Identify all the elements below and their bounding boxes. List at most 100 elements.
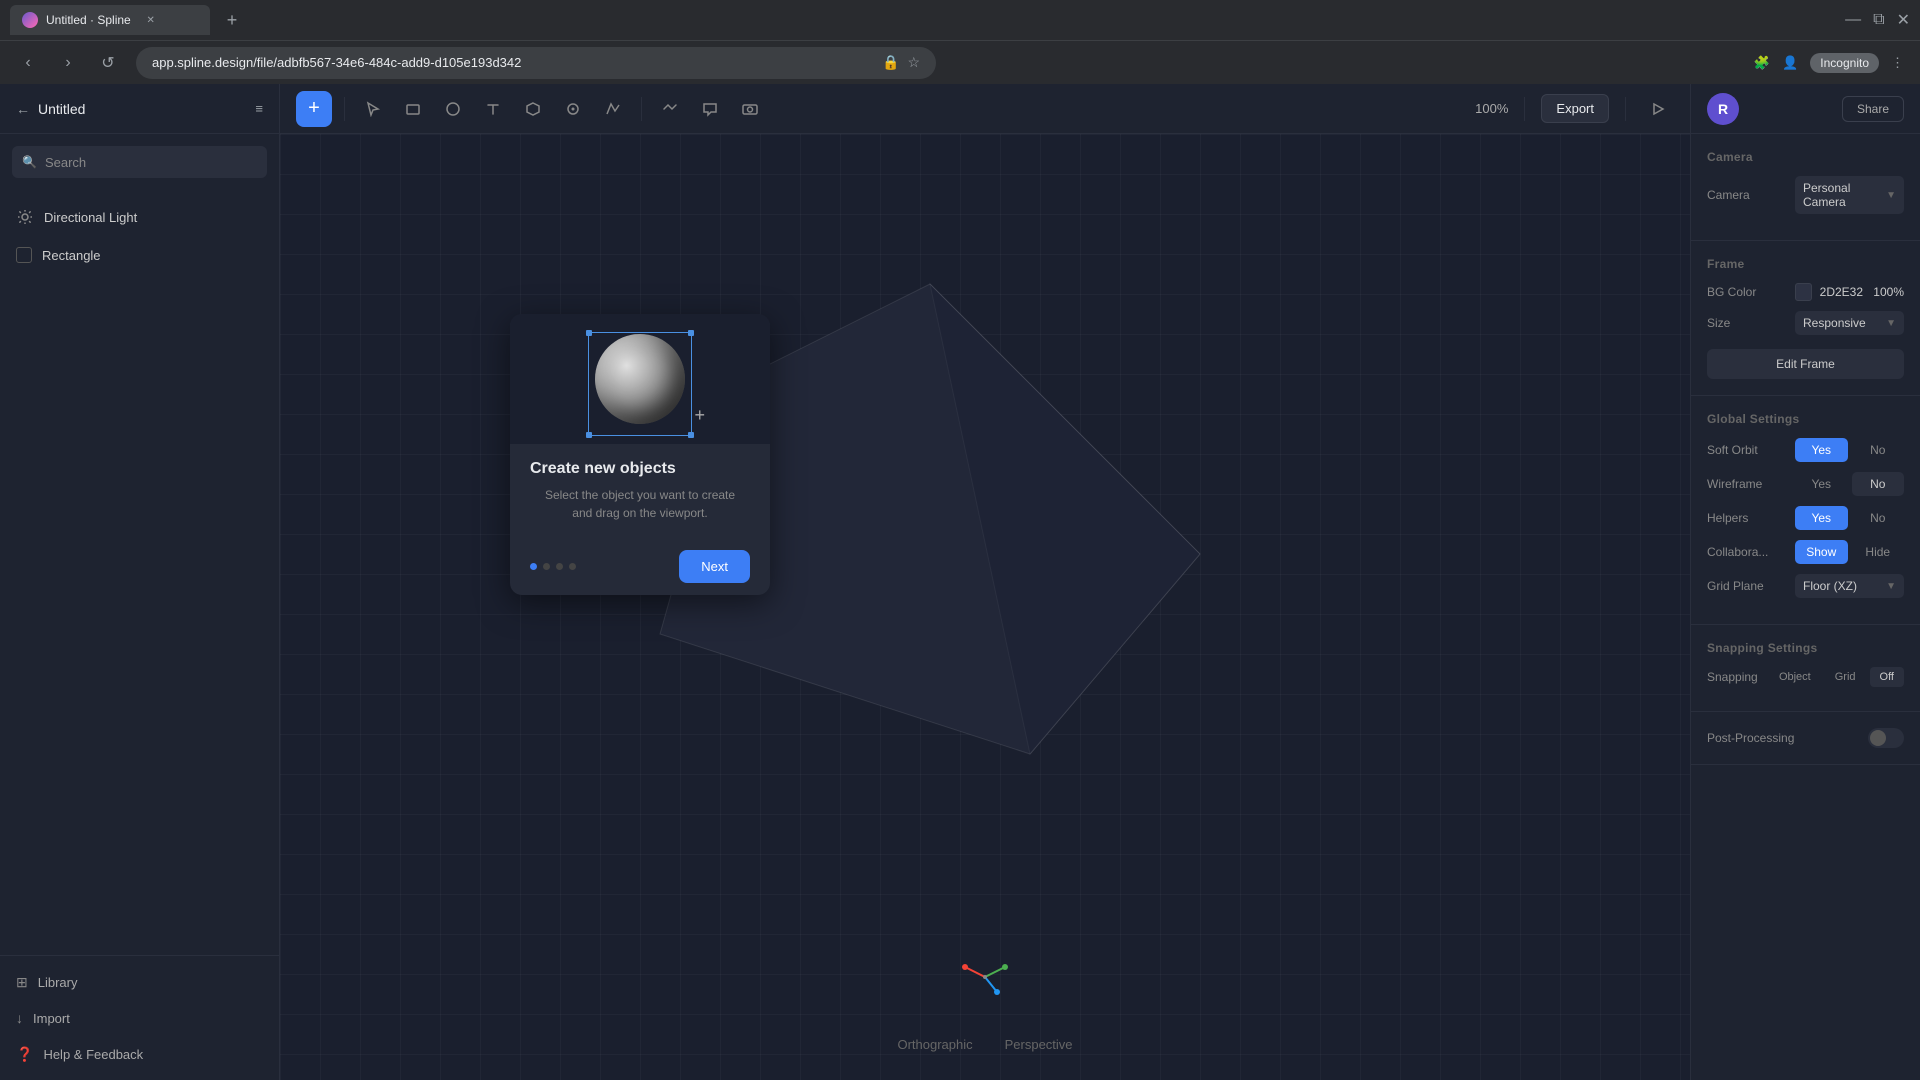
snap-grid[interactable]: Grid xyxy=(1825,667,1866,687)
back-arrow[interactable]: ← xyxy=(16,101,30,117)
popup-title: Create new objects xyxy=(530,460,750,478)
add-object-button[interactable]: + xyxy=(296,91,332,127)
library-item[interactable]: ⊞ Library xyxy=(0,964,279,1000)
search-input[interactable]: Search xyxy=(45,155,86,170)
export-button[interactable]: Export xyxy=(1541,94,1609,123)
viewport[interactable]: Orthographic Perspective ✕ + C xyxy=(280,134,1690,1080)
tab-close-button[interactable]: ✕ xyxy=(143,12,159,28)
camera-value: Personal Camera xyxy=(1803,181,1886,209)
address-bar[interactable]: app.spline.design/file/adbfb567-34e6-484… xyxy=(136,47,936,79)
next-button[interactable]: Next xyxy=(679,550,750,583)
grid-plane-dropdown[interactable]: Floor (XZ) ▼ xyxy=(1795,574,1904,598)
minimize-icon[interactable]: — xyxy=(1845,11,1861,29)
wireframe-no[interactable]: No xyxy=(1852,472,1905,496)
popup-content: Create new objects Select the object you… xyxy=(510,444,770,538)
tutorial-popup: ✕ + Create new objects Select the object… xyxy=(510,314,770,595)
rectangle-tool[interactable] xyxy=(397,93,429,125)
close-window-icon[interactable]: ✕ xyxy=(1897,10,1910,30)
security-icon: 🔒 xyxy=(882,54,899,71)
search-icon: 🔍 xyxy=(22,155,37,169)
handle-br xyxy=(688,432,694,438)
helpers-label: Helpers xyxy=(1707,511,1787,525)
soft-orbit-toggle: Yes No xyxy=(1795,438,1904,462)
toolbar-separator-2 xyxy=(641,97,642,121)
share-button[interactable]: Share xyxy=(1842,96,1904,122)
cursor-plus-icon: + xyxy=(694,405,705,426)
refresh-button[interactable]: ↺ xyxy=(96,53,120,73)
collaborators-hide[interactable]: Hide xyxy=(1852,540,1905,564)
sidebar-menu-icon[interactable]: ≡ xyxy=(255,101,263,116)
left-sidebar: ← Untitled ≡ 🔍 Search xyxy=(0,84,280,1080)
wireframe-label: Wireframe xyxy=(1707,477,1787,491)
helpers-yes[interactable]: Yes xyxy=(1795,506,1848,530)
edit-frame-button[interactable]: Edit Frame xyxy=(1707,349,1904,379)
star-icon[interactable]: ☆ xyxy=(907,54,920,71)
scene-items: Directional Light Rectangle xyxy=(0,190,279,955)
forward-button[interactable]: › xyxy=(56,54,80,72)
scene-item-directional-light[interactable]: Directional Light xyxy=(0,198,279,236)
snap-off[interactable]: Off xyxy=(1870,667,1904,687)
text-tool[interactable] xyxy=(477,93,509,125)
browser-titlebar: Untitled · Spline ✕ + — ⧉ ✕ xyxy=(0,0,1920,40)
orthographic-button[interactable]: Orthographic xyxy=(889,1033,980,1056)
dot-1 xyxy=(530,563,537,570)
soft-orbit-yes[interactable]: Yes xyxy=(1795,438,1848,462)
popup-footer: Next xyxy=(510,538,770,595)
3d-tool[interactable] xyxy=(517,93,549,125)
soft-orbit-row: Soft Orbit Yes No xyxy=(1707,438,1904,462)
popup-image-area: + xyxy=(510,314,770,444)
directional-light-label: Directional Light xyxy=(44,210,137,225)
bg-color-swatch[interactable] xyxy=(1795,283,1812,301)
import-item[interactable]: ↓ Import xyxy=(0,1000,279,1036)
camera-tool[interactable] xyxy=(734,93,766,125)
path-tool[interactable] xyxy=(654,93,686,125)
tab-favicon xyxy=(22,12,38,28)
play-button[interactable] xyxy=(1642,93,1674,125)
back-button[interactable]: ‹ xyxy=(16,54,40,72)
menu-icon[interactable]: ⋮ xyxy=(1891,55,1904,71)
browser-addressbar: ‹ › ↺ app.spline.design/file/adbfb567-34… xyxy=(0,40,1920,84)
ellipse-tool[interactable] xyxy=(437,93,469,125)
select-tool[interactable] xyxy=(357,93,389,125)
snap-object[interactable]: Object xyxy=(1769,667,1821,687)
post-processing-toggle[interactable] xyxy=(1868,728,1904,748)
global-settings-section: Global Settings Soft Orbit Yes No Wirefr… xyxy=(1691,396,1920,625)
rectangle-checkbox[interactable] xyxy=(16,247,32,263)
extensions-icon[interactable]: 🧩 xyxy=(1754,55,1770,71)
soft-orbit-no[interactable]: No xyxy=(1852,438,1905,462)
bezier-tool[interactable] xyxy=(597,93,629,125)
right-sidebar-header: R Share xyxy=(1691,84,1920,134)
snapping-label: Snapping xyxy=(1707,670,1763,684)
size-dropdown[interactable]: Responsive ▼ xyxy=(1795,311,1904,335)
snapping-title: Snapping Settings xyxy=(1707,641,1904,655)
popup-description: Select the object you want to createand … xyxy=(530,486,750,522)
camera-dropdown[interactable]: Personal Camera ▼ xyxy=(1795,176,1904,214)
snapping-section: Snapping Settings Snapping Object Grid O… xyxy=(1691,625,1920,712)
perspective-button[interactable]: Perspective xyxy=(997,1033,1081,1056)
wireframe-row: Wireframe Yes No xyxy=(1707,472,1904,496)
wireframe-toggle: Yes No xyxy=(1795,472,1904,496)
new-tab-button[interactable]: + xyxy=(218,6,246,34)
helpers-row: Helpers Yes No xyxy=(1707,506,1904,530)
pen-tool[interactable] xyxy=(557,93,589,125)
zoom-display[interactable]: 100% xyxy=(1475,101,1508,116)
wireframe-yes[interactable]: Yes xyxy=(1795,472,1848,496)
snapping-options: Object Grid Off xyxy=(1769,667,1904,687)
scene-item-rectangle[interactable]: Rectangle xyxy=(0,236,279,274)
helpers-no[interactable]: No xyxy=(1852,506,1905,530)
light-icon xyxy=(16,208,34,226)
browser-right-icons: 🧩 👤 Incognito ⋮ xyxy=(1754,53,1904,73)
profile-icon[interactable]: 👤 xyxy=(1782,55,1798,71)
snapping-row: Snapping Object Grid Off xyxy=(1707,667,1904,687)
search-bar[interactable]: 🔍 Search xyxy=(12,146,267,178)
camera-label: Camera xyxy=(1707,188,1787,202)
collaborators-show[interactable]: Show xyxy=(1795,540,1848,564)
popup-progress-dots xyxy=(530,563,576,570)
grid-plane-value: Floor (XZ) xyxy=(1803,579,1857,593)
browser-tab[interactable]: Untitled · Spline ✕ xyxy=(10,5,210,35)
maximize-icon[interactable]: ⧉ xyxy=(1873,11,1884,29)
help-feedback-item[interactable]: ❓ Help & Feedback xyxy=(0,1036,279,1072)
viewport-view-controls: Orthographic Perspective xyxy=(889,1033,1080,1056)
dot-4 xyxy=(569,563,576,570)
comment-tool[interactable] xyxy=(694,93,726,125)
